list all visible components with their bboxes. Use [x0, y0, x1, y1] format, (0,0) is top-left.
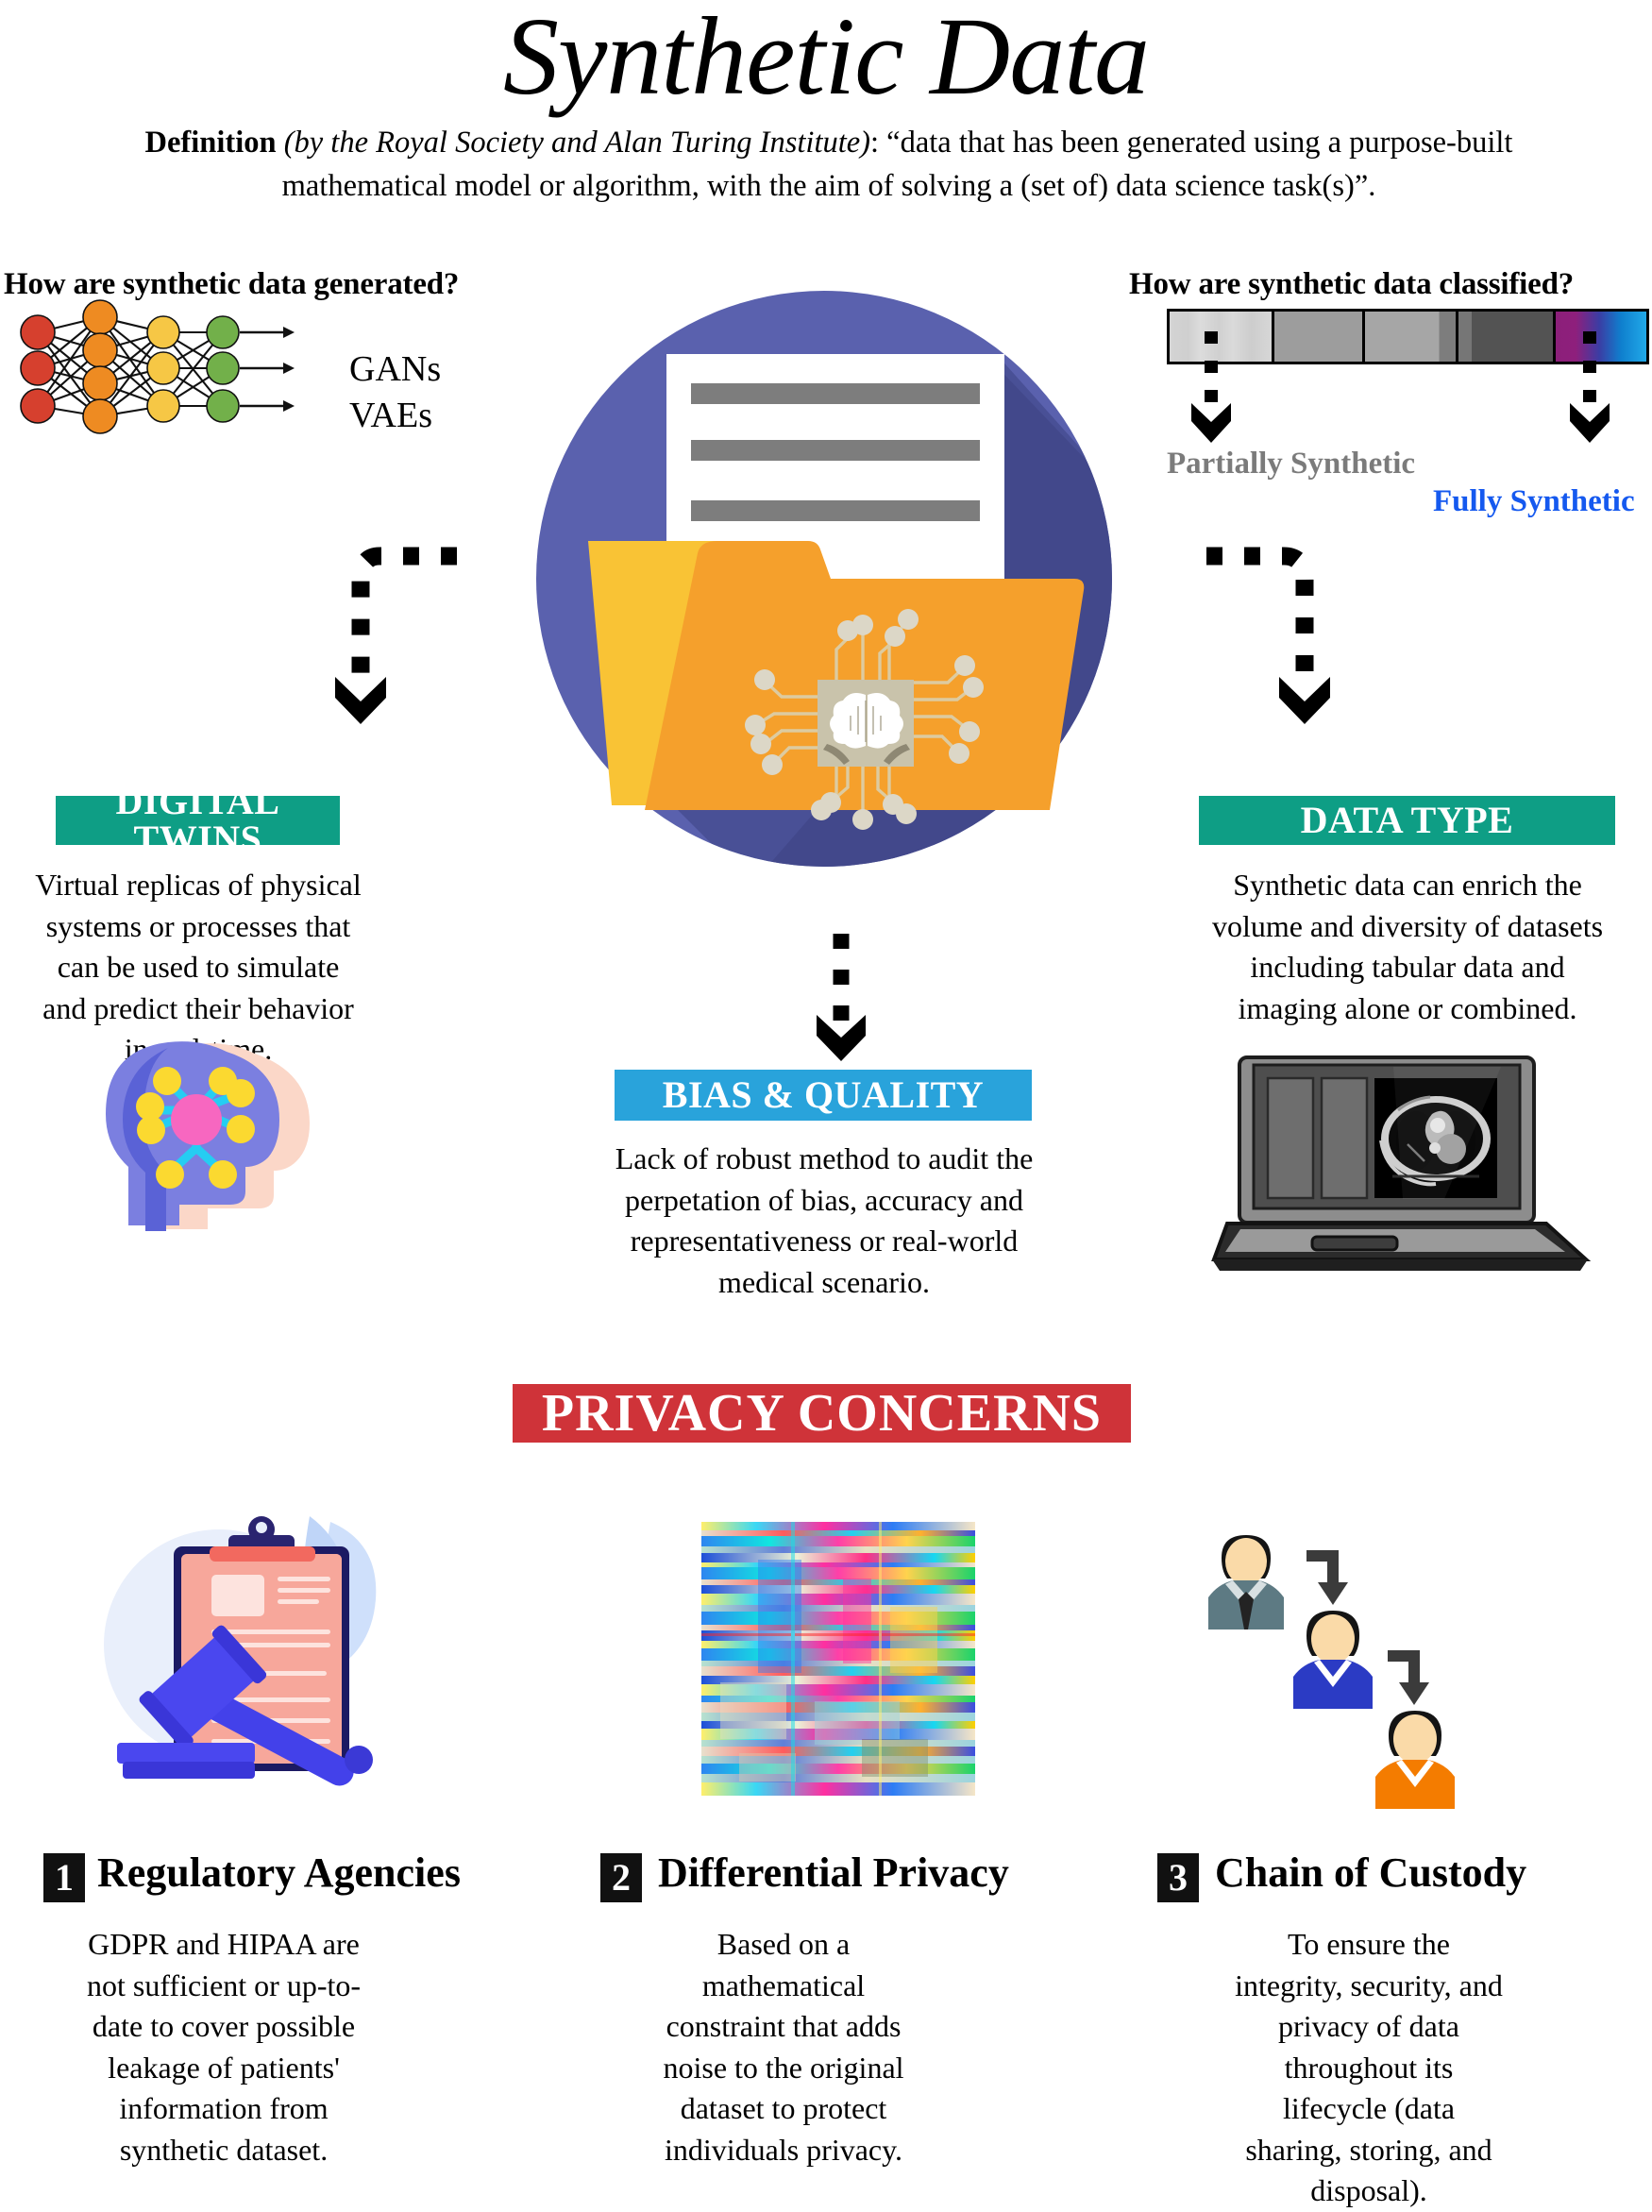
panel-text-bias-quality: Lack of robust method to audit the perpe… — [615, 1141, 1034, 1299]
definition-paragraph: Definition (by the Royal Society and Ala… — [83, 121, 1575, 208]
head-brain-network-icon — [106, 1037, 319, 1244]
right-question-heading: How are synthetic data classified? — [1129, 267, 1575, 301]
fully-synthetic-label: Fully Synthetic — [1433, 484, 1635, 518]
privacy-title-3: Chain of Custody — [1215, 1849, 1527, 1896]
strip-segment-3 — [1365, 312, 1458, 362]
privacy-number-box-2: 2 — [600, 1853, 642, 1902]
panel-header-data-type: DATA TYPE — [1199, 796, 1615, 845]
gavel-clipboard-icon — [77, 1512, 389, 1800]
definition-label: Definition — [144, 126, 277, 160]
dashed-arrow-right — [1199, 543, 1416, 736]
panel-header-digital-twins: DIGITAL TWINS — [56, 783, 340, 858]
privacy-text-1: GDPR and HIPAA are not sufficient or up-… — [87, 1927, 362, 2167]
strip-segment-2 — [1274, 312, 1366, 362]
infographic-root: Synthetic Data Definition (by the Royal … — [0, 0, 1652, 2207]
dashed-arrow-fully-synthetic — [1558, 328, 1624, 448]
people-chain-flow-icon — [1182, 1528, 1484, 1811]
privacy-text-3: To ensure the integrity, security, and p… — [1235, 1927, 1503, 2208]
glitch-noise-image-icon — [701, 1522, 975, 1796]
panel-header-bias-quality: BIAS & QUALITY — [615, 1070, 1032, 1121]
privacy-title-2: Differential Privacy — [658, 1849, 1009, 1896]
dashed-arrow-left — [255, 543, 463, 736]
left-question-heading: How are synthetic data generated? — [4, 267, 460, 301]
dashed-arrow-center — [807, 930, 875, 1067]
method-vaes-label: VAEs — [349, 396, 432, 435]
page-title: Synthetic Data — [503, 0, 1150, 118]
privacy-number-box-1: 1 — [43, 1853, 85, 1902]
definition-source: (by the Royal Society and Alan Turing In… — [283, 126, 870, 160]
panel-text-data-type: Synthetic data can enrich the volume and… — [1211, 868, 1604, 1025]
partially-synthetic-label: Partially Synthetic — [1167, 447, 1416, 481]
method-gans-label: GANs — [349, 349, 442, 389]
privacy-concerns-banner: PRIVACY CONCERNS — [513, 1384, 1131, 1443]
privacy-number-box-3: 3 — [1157, 1853, 1199, 1902]
dashed-arrow-partial-synthetic — [1179, 328, 1245, 448]
privacy-title-1: Regulatory Agencies — [97, 1849, 461, 1896]
privacy-text-2: Based on a mathematical constraint that … — [663, 1927, 904, 2167]
strip-segment-4 — [1458, 312, 1557, 362]
document-folder-ai-circle-icon — [498, 253, 1150, 904]
laptop-ct-scan-icon — [1211, 1055, 1595, 1284]
neural-network-diagram — [8, 299, 300, 434]
